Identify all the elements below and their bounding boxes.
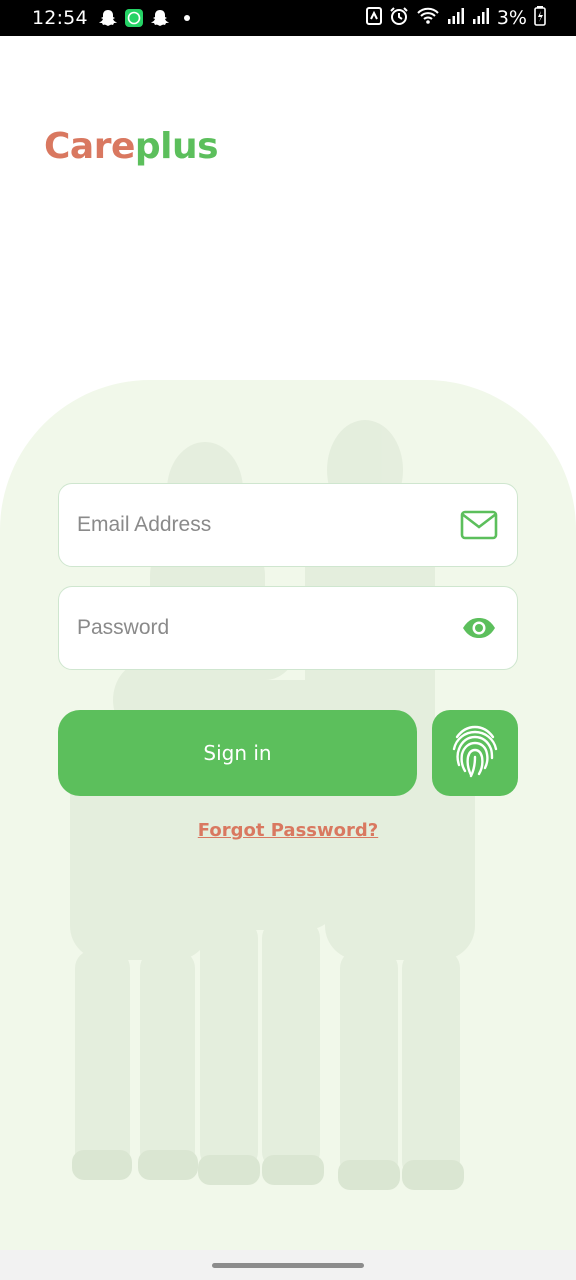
battery-icon bbox=[534, 5, 546, 31]
more-notifications-dot bbox=[183, 15, 190, 21]
eye-icon[interactable] bbox=[459, 608, 499, 648]
careplus-logo: Care plus bbox=[44, 126, 219, 167]
nfc-icon bbox=[365, 6, 382, 30]
email-input[interactable] bbox=[77, 513, 459, 537]
alarm-icon bbox=[389, 6, 409, 31]
wifi-icon bbox=[416, 7, 440, 30]
notification-icons bbox=[98, 8, 190, 28]
logo-care-text: Care bbox=[44, 126, 135, 167]
logo-plus-text: plus bbox=[134, 126, 219, 167]
forgot-password-link[interactable]: Forgot Password? bbox=[0, 820, 576, 841]
status-bar: 12:54 3% bbox=[0, 0, 576, 36]
status-time: 12:54 bbox=[32, 7, 88, 29]
snapchat-icon bbox=[150, 8, 170, 28]
fingerprint-login-button[interactable] bbox=[432, 710, 518, 796]
signal-icon bbox=[472, 7, 490, 30]
whatsapp-icon bbox=[124, 8, 144, 28]
signal-icon bbox=[447, 7, 465, 30]
navigation-bar bbox=[0, 1250, 576, 1280]
fingerprint-icon bbox=[449, 723, 501, 784]
home-gesture-handle[interactable] bbox=[212, 1262, 364, 1268]
sign-in-button[interactable]: Sign in bbox=[58, 710, 417, 796]
password-input[interactable] bbox=[77, 616, 459, 640]
snapchat-icon bbox=[98, 8, 118, 28]
system-status: 3% bbox=[365, 5, 546, 31]
mail-icon bbox=[459, 505, 499, 545]
battery-percent: 3% bbox=[496, 7, 527, 29]
email-field[interactable] bbox=[58, 483, 518, 567]
password-field[interactable] bbox=[58, 586, 518, 670]
